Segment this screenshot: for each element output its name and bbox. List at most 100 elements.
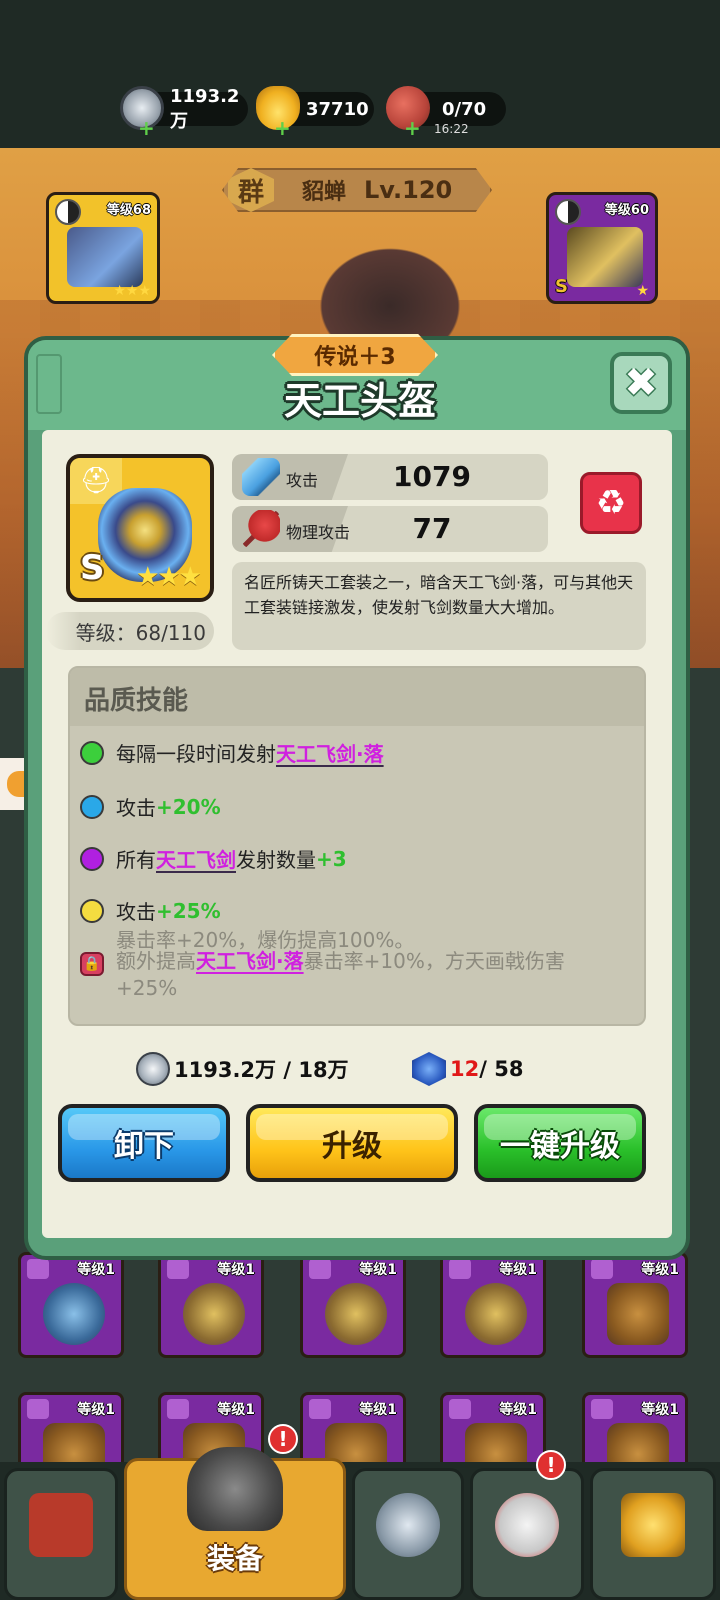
gate-icon — [29, 1493, 93, 1557]
nav-forge-button[interactable] — [352, 1468, 464, 1600]
lock-icon: 🔒 — [80, 952, 104, 976]
helmet-material-icon — [412, 1052, 446, 1086]
pet-alert-badge: ! — [536, 1450, 566, 1480]
inventory-item[interactable]: 等级1 — [440, 1252, 546, 1358]
add-gold-icon[interactable]: + — [274, 116, 291, 140]
stat-label: 物理攻击 — [286, 523, 351, 542]
inventory-item[interactable]: 等级1 — [300, 1252, 406, 1358]
nav-city-button[interactable] — [4, 1468, 118, 1600]
blue-dot-icon — [80, 794, 104, 819]
hero-level: Lv.120 — [364, 176, 453, 204]
slot-grade: S — [555, 276, 568, 297]
inventory-item[interactable]: 等级1 — [18, 1252, 124, 1358]
upgrade-button[interactable]: 升级 — [246, 1104, 458, 1182]
stamina-currency[interactable]: 0/70 + — [386, 86, 506, 140]
skill-row: 攻击 +25% — [80, 896, 221, 925]
item-level: 等级1 — [77, 1262, 115, 1278]
inventory-item[interactable]: 等级1 — [158, 1252, 264, 1358]
skill-row: 所有 天工飞剑 发射数量 +3 — [80, 844, 347, 873]
boots-type-icon — [167, 1399, 189, 1419]
hero-portrait — [310, 240, 470, 350]
slot-stars: ★★★ — [113, 283, 151, 299]
yin-yang-icon — [555, 199, 581, 225]
helmet-type-icon — [309, 1259, 331, 1279]
skill-highlight-link[interactable]: 天工飞剑·落 — [276, 738, 384, 767]
stat-label: 攻击 — [286, 471, 319, 490]
skills-title: 品质技能 — [84, 686, 189, 716]
stat-value: 1079 — [393, 460, 471, 493]
helmet-type-icon — [449, 1259, 471, 1279]
material-have: 12 — [450, 1057, 480, 1081]
item-level: 等级：68/110 — [46, 612, 214, 650]
item-art — [607, 1283, 669, 1345]
yellow-dot-icon — [80, 898, 104, 923]
skill-bonus: +20% — [156, 794, 221, 819]
nav-equipment-label: 装备 — [206, 1542, 263, 1575]
item-art — [325, 1283, 387, 1345]
material-need: / 58 — [479, 1057, 524, 1081]
silver-coin-icon — [136, 1052, 170, 1086]
stat-value: 77 — [412, 512, 452, 545]
item-level: 等级1 — [641, 1262, 679, 1278]
item-level: 等级1 — [359, 1262, 397, 1278]
rooster-icon — [495, 1493, 559, 1557]
item-level: 等级1 — [217, 1262, 255, 1278]
boots-type-icon — [449, 1399, 471, 1419]
hero-name-banner: 群 貂蝉 Lv.120 — [222, 168, 492, 212]
equipped-weapon-slot[interactable]: 等级68 ★★★ — [46, 192, 160, 304]
skill-text: 每隔一段时间发射 — [116, 742, 276, 766]
item-icon: ⛑ S ★★★ — [66, 454, 214, 602]
item-level: 等级1 — [499, 1262, 537, 1278]
faction-badge: 群 — [228, 168, 274, 212]
nav-pet-button[interactable] — [470, 1468, 584, 1600]
item-level: 等级1 — [217, 1402, 255, 1418]
item-art — [465, 1283, 527, 1345]
stat-attack: 攻击 1079 — [232, 454, 548, 500]
add-stamina-icon[interactable]: + — [404, 116, 421, 140]
treasure-icon — [621, 1493, 685, 1557]
unequip-label: 卸下 — [114, 1129, 174, 1164]
skill-row: 每隔一段时间发射 天工飞剑·落 — [80, 738, 384, 767]
locked-highlight-link[interactable]: 天工飞剑·落 — [196, 949, 304, 973]
boots-type-icon — [309, 1399, 331, 1419]
item-level: 等级1 — [359, 1402, 397, 1418]
unequip-button[interactable]: 卸下 — [58, 1104, 230, 1182]
slot-level: 等级68 — [106, 203, 151, 218]
item-stars: ★★★ — [136, 562, 202, 592]
inventory-item[interactable]: 等级1 — [582, 1252, 688, 1358]
nav-shop-button[interactable] — [590, 1468, 716, 1600]
helmet-type-icon — [167, 1259, 189, 1279]
skill-highlight-link[interactable]: 天工飞剑 — [156, 844, 236, 873]
nav-equipment-button[interactable]: 装备 — [124, 1447, 346, 1600]
gold-currency[interactable]: 37710 + — [256, 86, 374, 140]
item-description: 名匠所铸天工套装之一，暗含天工飞剑·落，可与其他天工套装链接激发，使发射飞剑数量… — [232, 562, 646, 650]
axe-icon — [242, 510, 280, 548]
upgrade-label: 升级 — [322, 1129, 382, 1164]
item-level: 等级1 — [641, 1402, 679, 1418]
header-ornament-icon — [36, 354, 62, 414]
item-level: 等级1 — [499, 1402, 537, 1418]
stamina-timer: 16:22 — [434, 122, 469, 136]
gold-amount: 37710 — [306, 98, 369, 120]
sword-icon — [242, 458, 280, 496]
add-silver-icon[interactable]: + — [138, 116, 155, 140]
silver-currency[interactable]: 1193.2万 + — [120, 86, 248, 140]
slot-level: 等级60 — [604, 203, 649, 218]
skill-text: 攻击 — [116, 796, 156, 820]
top-bar-background — [0, 0, 720, 148]
item-level: 等级1 — [77, 1402, 115, 1418]
helmet-type-icon — [27, 1259, 49, 1279]
hero-name: 貂蝉 — [302, 180, 347, 205]
locked-skill-text: 额外提高天工飞剑·落暴击率+10%，方天画戟伤害+25% — [116, 948, 626, 1002]
green-dot-icon — [80, 740, 104, 765]
material-cost: 12 / 58 — [412, 1052, 523, 1086]
boots-type-icon — [27, 1399, 49, 1419]
recycle-button[interactable]: ♻ — [580, 472, 642, 534]
close-button[interactable]: ✖ — [610, 352, 672, 414]
skill-text-suffix: 发射数量 — [236, 848, 316, 872]
boots-type-icon — [591, 1259, 613, 1279]
equipped-armor-slot[interactable]: 等级60 S ★ — [546, 192, 658, 304]
helmet-icon — [187, 1447, 283, 1531]
auto-upgrade-button[interactable]: 一键升级 — [474, 1104, 646, 1182]
weapon-art — [67, 227, 143, 287]
